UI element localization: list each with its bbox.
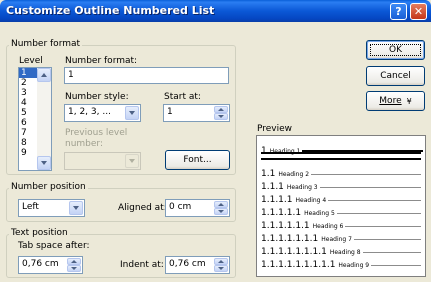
indent-at-value: 0,76 cm (169, 259, 206, 269)
spin-down-icon[interactable] (214, 113, 228, 120)
alignment-select[interactable]: Left (18, 199, 85, 217)
spin-up-icon[interactable] (214, 201, 228, 208)
preview-heading: Heading 9 (338, 261, 370, 269)
tab-space-spinner[interactable] (67, 258, 81, 272)
preview-row: 1.1.1.1.1 Heading 5 (261, 208, 421, 218)
preview-number: 1.1.1 (261, 182, 284, 192)
preview-text-line (345, 225, 421, 227)
spin-up-icon[interactable] (214, 106, 228, 113)
ok-button[interactable]: OK (366, 40, 425, 60)
number-style-value: 1, 2, 3, ... (68, 107, 111, 117)
help-button[interactable]: ? (390, 3, 407, 20)
start-at-input[interactable]: 1 (163, 104, 230, 122)
preview-number: 1.1 (261, 169, 276, 179)
aligned-at-label: Aligned at: (118, 203, 167, 213)
preview-number: 1.1.1.1.1.1 (261, 221, 310, 231)
preview-text-line (261, 152, 421, 154)
cancel-button[interactable]: Cancel (366, 66, 425, 86)
preview-heading: Heading 6 (312, 222, 344, 230)
preview-number: 1.1.1.1 (261, 195, 293, 205)
preview-text-line (371, 264, 421, 266)
window-title: Customize Outline Numbered List (6, 4, 215, 17)
preview-heading: Heading 8 (329, 248, 361, 256)
preview-pane: 1 Heading 1 1.1 Heading 2 1.1.1 Heading 3 1.1.… (256, 135, 426, 277)
start-at-value: 1 (167, 107, 173, 117)
number-format-label: Number format: (65, 56, 138, 66)
preview-number: 1.1.1.1.1 (261, 208, 302, 218)
preview-heading: Heading 4 (295, 196, 327, 204)
preview-row: 1.1.1 Heading 3 (261, 182, 421, 192)
dropdown-arrow-icon[interactable] (69, 201, 83, 215)
more-label: More (379, 96, 402, 106)
preview-heading: Heading 7 (321, 235, 352, 243)
double-chevron-down-icon: ¥ (406, 96, 412, 106)
preview-text-line (362, 251, 421, 253)
preview-number: 1 (261, 146, 267, 156)
preview-heading: Heading 3 (286, 183, 318, 191)
focus-ring (370, 44, 421, 56)
indent-at-spinner[interactable] (214, 258, 228, 272)
dropdown-arrow-icon (125, 154, 139, 168)
indent-at-label: Indent at: (120, 260, 164, 270)
spin-up-icon[interactable] (67, 258, 81, 265)
previous-level-select (64, 152, 141, 170)
preview-row: 1.1.1.1.1.1.1 Heading 7 (261, 234, 421, 244)
alignment-value: Left (22, 202, 39, 212)
aligned-at-value: 0 cm (169, 202, 192, 212)
number-format-input[interactable]: 1 (64, 67, 229, 84)
tab-space-label: Tab space after: (18, 241, 90, 251)
level-label: Level (19, 56, 43, 66)
tab-space-value: 0,76 cm (22, 259, 59, 269)
level-list-scrollbar[interactable] (37, 68, 51, 170)
preview-heading: Heading 5 (304, 209, 335, 217)
spin-down-icon[interactable] (214, 265, 228, 272)
previous-level-label: Previous level number: (65, 128, 128, 149)
preview-text-line (328, 199, 421, 201)
preview-number: 1.1.1.1.1.1.1.1 (261, 247, 327, 257)
preview-number: 1.1.1.1.1.1.1 (261, 234, 319, 244)
preview-row: 1.1.1.1.1.1 Heading 6 (261, 221, 421, 231)
preview-row: 1.1.1.1.1.1.1.1.1 Heading 9 (261, 260, 421, 270)
indent-at-input[interactable]: 0,76 cm (165, 256, 230, 274)
preview-row: 1.1 Heading 2 (261, 169, 421, 179)
preview-text-line (353, 238, 421, 240)
title-bar[interactable]: Customize Outline Numbered List ? ✕ (0, 0, 431, 22)
aligned-at-input[interactable]: 0 cm (165, 199, 230, 217)
font-button[interactable]: Font... (165, 150, 230, 170)
scroll-down-icon[interactable] (37, 156, 51, 170)
preview-heading: Heading 2 (278, 170, 310, 178)
spin-down-icon[interactable] (67, 265, 81, 272)
preview-label: Preview (257, 124, 293, 134)
preview-row: 1.1.1.1.1.1.1.1 Heading 8 (261, 247, 421, 257)
close-button[interactable]: ✕ (410, 3, 427, 20)
more-button[interactable]: More ¥ (366, 91, 425, 111)
preview-text-line (261, 158, 421, 160)
number-style-select[interactable]: 1, 2, 3, ... (64, 104, 141, 122)
preview-text-line (319, 186, 421, 188)
text-position-group-label: Text position (9, 228, 70, 238)
spin-down-icon[interactable] (214, 208, 228, 215)
number-format-group-label: Number format (9, 39, 83, 49)
start-at-spinner[interactable] (214, 106, 228, 120)
aligned-at-spinner[interactable] (214, 201, 228, 215)
spin-up-icon[interactable] (214, 258, 228, 265)
preview-text-line (336, 212, 421, 214)
scroll-up-icon[interactable] (37, 68, 51, 82)
dropdown-arrow-icon[interactable] (125, 106, 139, 120)
start-at-label: Start at: (164, 92, 201, 102)
tab-space-input[interactable]: 0,76 cm (18, 256, 83, 274)
number-style-label: Number style: (65, 92, 129, 102)
number-position-group-label: Number position (9, 182, 88, 192)
preview-text-line (311, 173, 421, 175)
level-list[interactable]: 123456789 (18, 67, 52, 171)
preview-number: 1.1.1.1.1.1.1.1.1 (261, 260, 336, 270)
preview-row: 1 Heading 1 (261, 146, 423, 156)
preview-row: 1.1.1.1 Heading 4 (261, 195, 421, 205)
